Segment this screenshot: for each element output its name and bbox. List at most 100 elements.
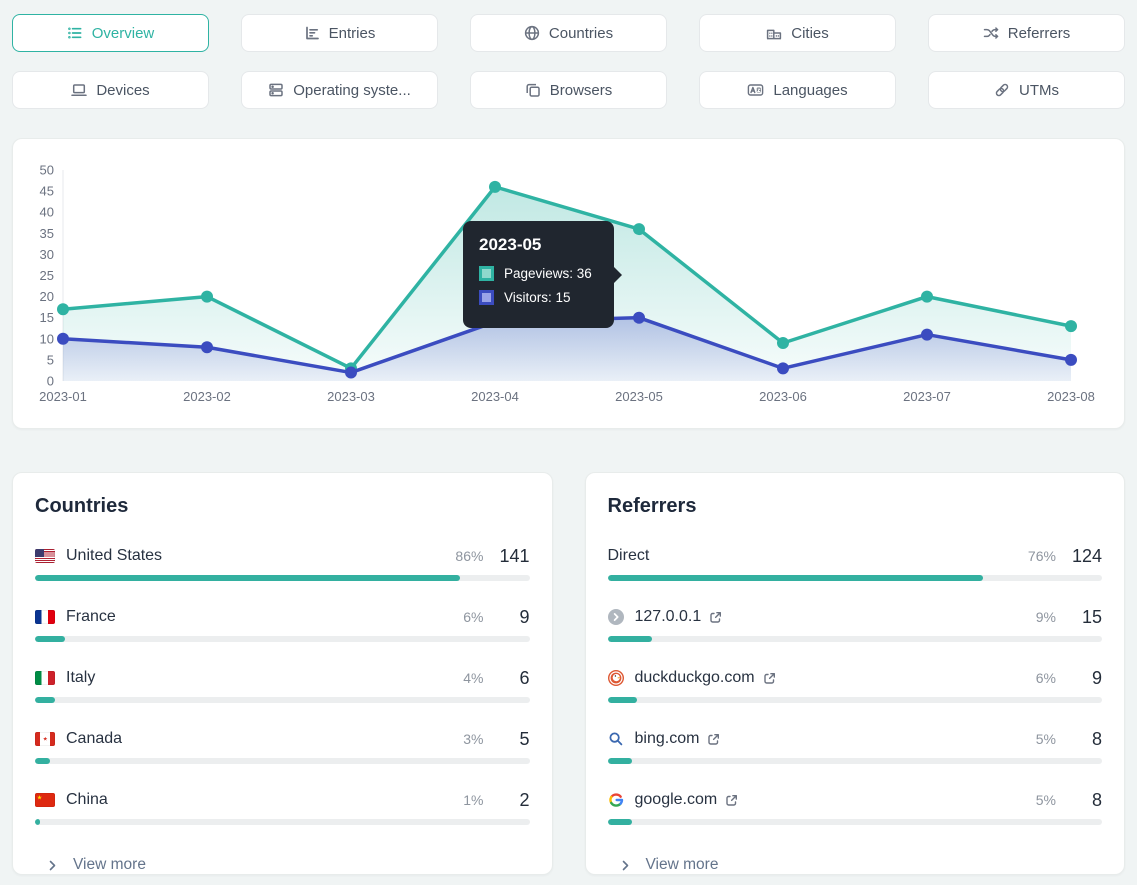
google-favicon (608, 792, 624, 808)
chevron-right-icon (47, 860, 58, 871)
country-percent: 3% (463, 731, 483, 747)
country-percent: 4% (463, 670, 483, 686)
country-name: China (66, 791, 108, 809)
visitors-legend-swatch (479, 290, 494, 305)
tab-cities[interactable]: Cities (699, 14, 896, 52)
svg-text:40: 40 (40, 205, 54, 220)
progress-fill (35, 636, 65, 642)
countries-view-more-button[interactable]: View more (35, 856, 146, 874)
link-icon (994, 82, 1010, 98)
referrer-count: 8 (1072, 790, 1102, 811)
progress-fill (35, 758, 50, 764)
country-count: 141 (499, 546, 529, 567)
svg-text:2023-03: 2023-03 (327, 389, 375, 404)
country-count: 9 (500, 607, 530, 628)
svg-text:5: 5 (47, 352, 54, 367)
us-flag-icon (35, 549, 55, 563)
localhost-favicon (608, 609, 624, 625)
countries-card: Countries United States 86% 141 France 6… (12, 472, 553, 875)
view-more-label: View more (646, 856, 719, 874)
referrers-view-more-button[interactable]: View more (608, 856, 719, 874)
external-link-icon[interactable] (707, 733, 720, 746)
tab-browsers[interactable]: Browsers (470, 71, 667, 109)
svg-text:2023-02: 2023-02 (183, 389, 231, 404)
tab-devices[interactable]: Devices (12, 71, 209, 109)
svg-text:2023-05: 2023-05 (615, 389, 663, 404)
tab-label: Cities (791, 25, 829, 42)
country-count: 5 (500, 729, 530, 750)
referrer-name: 127.0.0.1 (635, 608, 702, 626)
country-name: United States (66, 547, 162, 565)
svg-text:30: 30 (40, 247, 54, 262)
tab-languages[interactable]: Languages (699, 71, 896, 109)
tab-utms[interactable]: UTMs (928, 71, 1125, 109)
country-row: Canada 3% 5 (35, 729, 530, 764)
progress-fill (608, 575, 984, 581)
tab-countries[interactable]: Countries (470, 14, 667, 52)
tooltip-title: 2023-05 (479, 235, 600, 255)
progress-track (35, 758, 530, 764)
referrers-card-title: Referrers (608, 495, 1103, 518)
globe-icon (524, 25, 540, 41)
country-percent: 86% (455, 548, 483, 564)
it-flag-icon (35, 671, 55, 685)
svg-text:10: 10 (40, 331, 54, 346)
progress-track (35, 575, 530, 581)
progress-track (35, 636, 530, 642)
country-name: Italy (66, 669, 95, 687)
tab-operating-systems[interactable]: Operating syste... (241, 71, 438, 109)
chart-tooltip: 2023-05 Pageviews: 36 Visitors: 15 (463, 221, 614, 328)
shuffle-icon (983, 25, 999, 41)
tooltip-pageviews-row: Pageviews: 36 (479, 266, 600, 281)
progress-track (608, 758, 1103, 764)
progress-track (608, 697, 1103, 703)
external-link-icon[interactable] (763, 672, 776, 685)
country-percent: 6% (463, 609, 483, 625)
chevron-right-icon (620, 860, 631, 871)
svg-text:20: 20 (40, 289, 54, 304)
tab-referrers[interactable]: Referrers (928, 14, 1125, 52)
svg-text:25: 25 (40, 268, 54, 283)
referrer-row: 127.0.0.1 9% 15 (608, 607, 1103, 642)
referrer-name: Direct (608, 547, 650, 565)
referrer-percent: 9% (1036, 609, 1056, 625)
tab-label: Languages (773, 82, 847, 99)
translate-icon (747, 82, 764, 98)
referrer-count: 9 (1072, 668, 1102, 689)
country-count: 2 (500, 790, 530, 811)
country-row: United States 86% 141 (35, 546, 530, 581)
tab-overview[interactable]: Overview (12, 14, 209, 52)
progress-track (35, 697, 530, 703)
country-percent: 1% (463, 792, 483, 808)
progress-fill (608, 697, 638, 703)
tab-label: Countries (549, 25, 613, 42)
laptop-icon (71, 82, 87, 98)
windows-icon (525, 82, 541, 98)
progress-fill (608, 636, 653, 642)
duckduckgo-favicon (608, 670, 624, 686)
svg-text:50: 50 (40, 163, 54, 178)
referrer-percent: 5% (1036, 731, 1056, 747)
svg-text:2023-08: 2023-08 (1047, 389, 1095, 404)
traffic-chart-card: 051015202530354045502023-012023-022023-0… (12, 138, 1125, 429)
progress-track (35, 819, 530, 825)
svg-text:15: 15 (40, 310, 54, 325)
tab-label: Overview (92, 25, 155, 42)
tab-entries[interactable]: Entries (241, 14, 438, 52)
svg-text:2023-04: 2023-04 (471, 389, 519, 404)
progress-track (608, 636, 1103, 642)
external-link-icon[interactable] (709, 611, 722, 624)
external-link-icon[interactable] (725, 794, 738, 807)
progress-fill (608, 819, 633, 825)
country-name: Canada (66, 730, 122, 748)
referrer-row: bing.com 5% 8 (608, 729, 1103, 764)
tab-label: Operating syste... (293, 82, 411, 99)
referrer-name: bing.com (635, 730, 700, 748)
country-row: France 6% 9 (35, 607, 530, 642)
referrer-percent: 5% (1036, 792, 1056, 808)
progress-fill (35, 697, 55, 703)
countries-card-title: Countries (35, 495, 530, 518)
referrer-percent: 6% (1036, 670, 1056, 686)
progress-fill (35, 575, 460, 581)
ca-flag-icon (35, 732, 55, 746)
